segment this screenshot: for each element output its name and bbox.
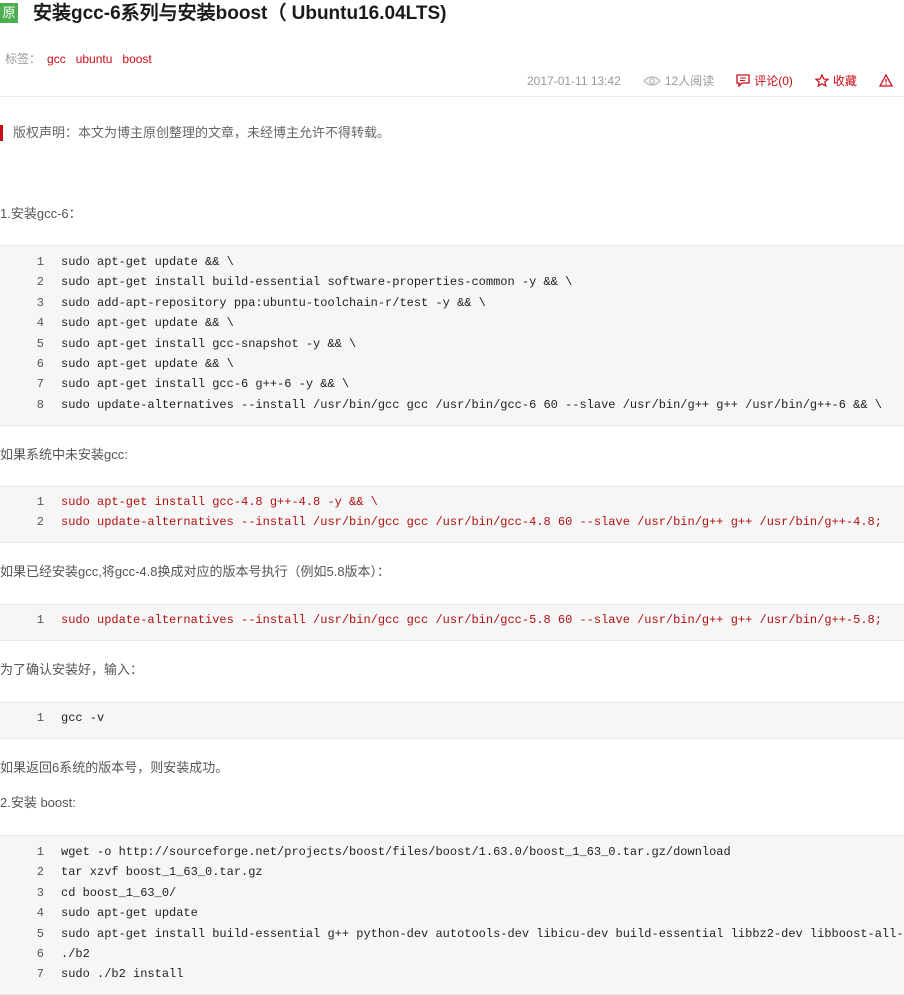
code-line: 1 sudo update-alternatives --install /usr…	[0, 610, 904, 631]
line-number: 5	[0, 333, 61, 354]
code-text: sudo apt-get install build-essential sof…	[61, 275, 573, 290]
favorite-button[interactable]: 收藏	[814, 72, 857, 89]
code-block-boost[interactable]: 1 wget -o http://sourceforge.net/projects…	[0, 835, 904, 995]
code-text: sudo apt-get install build-essential g++…	[61, 926, 904, 941]
section-has-gcc: 如果已经安装gcc,将gcc-4.8换成对应的版本号执行（例如5.8版本）：	[0, 564, 391, 579]
code-text: cd boost_1_63_0/	[61, 885, 177, 900]
code-line: 6 sudo apt-get update && \	[0, 353, 904, 375]
code-text: sudo update-alternatives --install /usr/…	[61, 613, 882, 627]
code-line: 7 sudo apt-get install gcc-6 g++-6 -y && …	[0, 374, 904, 395]
code-text: sudo apt-get install gcc-6 g++-6 -y && \	[61, 377, 350, 392]
code-line: 1 sudo apt-get update && \	[0, 252, 904, 273]
code-text: sudo add-apt-repository ppa:ubuntu-toolc…	[61, 295, 486, 310]
copyright-notice: 版权声明：本文为博主原创整理的文章，未经博主允许不得转载。	[0, 125, 390, 141]
line-number: 3	[0, 882, 61, 904]
article-meta: 2017-01-11 13:42 12人阅读 评论(0) 收藏	[527, 72, 904, 89]
line-number: 5	[0, 923, 61, 944]
code-line: 7 sudo ./b2 install	[0, 964, 904, 985]
code-text: wget -o http://sourceforge.net/projects/…	[61, 845, 731, 859]
code-line: 6 ./b2	[0, 943, 904, 965]
line-number: 2	[0, 512, 61, 533]
line-number: 1	[0, 708, 61, 729]
code-line: 2 sudo apt-get install build-essential so…	[0, 272, 904, 293]
section-no-gcc: 如果系统中未安装gcc:	[0, 447, 128, 462]
comment-label: 评论(0)	[754, 74, 793, 88]
line-number: 7	[0, 374, 61, 395]
code-line: 8 sudo update-alternatives --install /usr…	[0, 394, 904, 416]
section-verify: 为了确认安装好，输入：	[0, 662, 144, 677]
line-number: 1	[0, 842, 61, 863]
line-number: 7	[0, 964, 61, 985]
eye-icon	[642, 75, 661, 86]
code-line: 2 tar xzvf boost_1_63_0.tar.gz	[0, 862, 904, 883]
code-text: sudo apt-get install gcc-snapshot -y && …	[61, 336, 357, 351]
page-title: 安装gcc-6系列与安装boost（ Ubuntu16.04LTS)	[33, 3, 447, 24]
comment-link[interactable]: 评论(0)	[736, 72, 793, 89]
code-text: gcc -v	[61, 711, 105, 725]
tag-ubuntu[interactable]: ubuntu	[76, 52, 113, 66]
code-line: 1 sudo apt-get install gcc-4.8 g++-4.8 -y…	[0, 492, 904, 513]
section-install-boost: 2.安装 boost:	[0, 795, 76, 810]
report-button[interactable]	[878, 74, 897, 87]
code-line: 3 sudo add-apt-repository ppa:ubuntu-tool…	[0, 292, 904, 314]
code-line: 3 cd boost_1_63_0/	[0, 882, 904, 904]
line-number: 2	[0, 862, 61, 883]
original-badge: 原	[0, 3, 18, 23]
comment-icon	[736, 74, 750, 87]
line-number: 2	[0, 272, 61, 293]
code-text: sudo apt-get update	[61, 906, 198, 921]
line-number: 3	[0, 292, 61, 314]
line-number: 6	[0, 943, 61, 965]
code-line: 4 sudo apt-get update	[0, 903, 904, 924]
line-number: 4	[0, 903, 61, 924]
code-text: sudo ./b2 install	[61, 967, 184, 982]
code-text: ./b2	[61, 946, 90, 961]
code-line: 1 gcc -v	[0, 708, 904, 729]
section-install-gcc6: 1.安装gcc-6：	[0, 206, 82, 221]
tags-label: 标签：	[5, 52, 42, 66]
code-text: tar xzvf boost_1_63_0.tar.gz	[61, 865, 263, 880]
section-success: 如果返回6系统的版本号，则安装成功。	[0, 760, 229, 775]
tag-boost[interactable]: boost	[122, 52, 151, 66]
code-text: sudo apt-get update && \	[61, 356, 234, 371]
line-number: 8	[0, 394, 61, 416]
code-block-gcc6[interactable]: 1 sudo apt-get update && \ 2 sudo apt-get i…	[0, 245, 904, 426]
code-text: sudo update-alternatives --install /usr/…	[61, 397, 882, 412]
warning-icon	[878, 74, 893, 87]
code-block-gcc48[interactable]: 1 sudo apt-get install gcc-4.8 g++-4.8 -y…	[0, 486, 904, 543]
favorite-label: 收藏	[832, 74, 857, 88]
line-number: 6	[0, 353, 61, 375]
code-line: 2 sudo update-alternatives --install /usr…	[0, 512, 904, 533]
line-number: 1	[0, 492, 61, 513]
code-text: sudo apt-get update && \	[61, 255, 234, 269]
article-header: 原 安装gcc-6系列与安装boost（ Ubuntu16.04LTS) 标签：…	[0, 0, 904, 97]
publish-date: 2017-01-11 13:42	[527, 73, 621, 88]
line-number: 4	[0, 313, 61, 334]
code-line: 4 sudo apt-get update && \	[0, 313, 904, 334]
star-icon	[814, 74, 829, 87]
tag-gcc[interactable]: gcc	[47, 52, 66, 66]
code-text: sudo update-alternatives --install /usr/…	[61, 515, 882, 530]
code-text: sudo apt-get install gcc-4.8 g++-4.8 -y …	[61, 495, 378, 509]
code-line: 5 sudo apt-get install gcc-snapshot -y &&…	[0, 333, 904, 354]
view-count: 12人阅读	[642, 72, 715, 89]
tag-list: 标签： gcc ubuntu boost	[5, 50, 156, 67]
view-count-label: 12人阅读	[664, 74, 715, 88]
line-number: 1	[0, 610, 61, 631]
code-block-gcc58[interactable]: 1 sudo update-alternatives --install /usr…	[0, 604, 904, 641]
code-line: 5 sudo apt-get install build-essential g+…	[0, 923, 904, 944]
line-number: 1	[0, 252, 61, 273]
code-line: 1 wget -o http://sourceforge.net/projects…	[0, 842, 904, 863]
code-block-gcc-version[interactable]: 1 gcc -v	[0, 702, 904, 739]
code-text: sudo apt-get update && \	[61, 316, 234, 331]
